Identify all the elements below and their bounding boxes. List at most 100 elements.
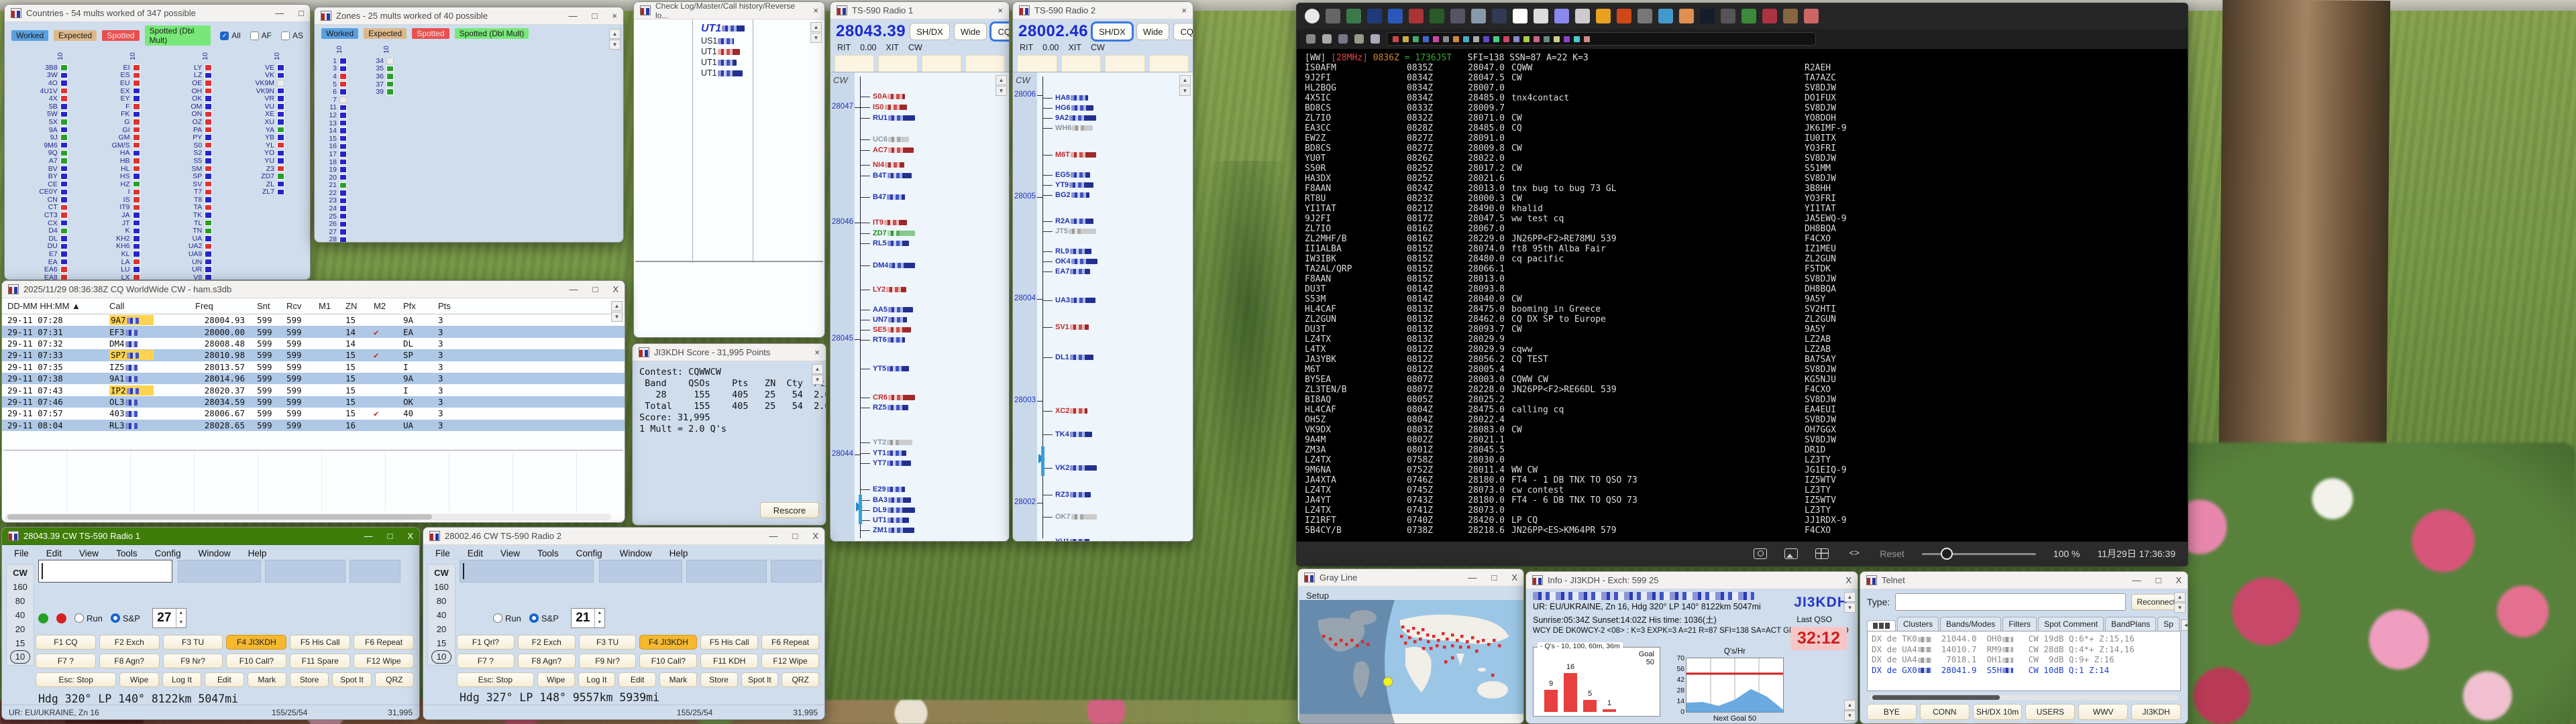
bandmap-spot[interactable]: AC7 [861,146,914,154]
rescore-button[interactable]: Rescore [760,502,819,518]
mult-item[interactable]: 23 [317,197,364,205]
fkey-f9nr[interactable]: F9 Nr? [163,654,223,668]
mult-item[interactable]: IT9 [85,204,158,212]
bandmap-spot[interactable]: AA5 [861,306,913,314]
radio-icon[interactable] [111,613,120,623]
bandmap-spot[interactable]: OK4 [1043,257,1097,265]
fkey-f6repeat[interactable]: F6 Repeat [354,635,414,650]
scroll-up-icon[interactable]: ▲ [996,75,1007,85]
image-icon[interactable] [1784,548,1798,559]
menu-item-help[interactable]: Help [248,548,267,558]
telnet-button-ji3kdh[interactable]: JI3KDH [2131,704,2181,720]
bandmap-spot[interactable]: UN7 [861,316,907,324]
bandmap-spot[interactable]: JT5 [1043,227,1096,235]
telnet-spot[interactable]: DX de TK0 21044.0 OH0 CW 19dB Q:6*+ Z:15… [1872,634,2176,644]
mult-item[interactable]: YL [229,141,302,149]
rit-xit-label[interactable]: 0.00 [1042,43,1059,52]
band-20[interactable]: 20 [7,622,34,636]
fkey-wipe[interactable]: Wipe [119,672,158,687]
toolbar-icon[interactable] [1804,9,1819,23]
mult-item[interactable]: 4X [13,95,85,103]
mult-item[interactable]: OK [158,95,230,103]
menu-item-tools[interactable]: Tools [116,548,138,558]
zoom-slider[interactable] [1922,553,2036,555]
menu-item-help[interactable]: Help [669,548,688,558]
bandmap-spot[interactable]: YT9 [1043,181,1093,189]
countries-titlebar[interactable]: Countries - 54 mults worked of 347 possi… [5,5,310,22]
band-40[interactable]: 40 [7,608,34,622]
bandmap2-shdx-button[interactable]: SH/DX [1092,23,1132,40]
telnet-spot[interactable]: DX de GX0 28041.9 S5H CW 10dB Q:1 Z:14 [1872,665,2176,676]
mult-item[interactable]: YB [229,133,302,141]
mult-item[interactable]: 5X [13,118,85,126]
info-scrollbar[interactable]: ▲▼ [1844,592,1856,613]
toolbar-icon[interactable] [1783,9,1798,23]
mult-item[interactable]: EA6 [13,265,85,274]
info-titlebar[interactable]: Info - JI3KDH - Exch: 599 25 X [1526,572,1858,589]
terminal-toolbar-row2[interactable] [1297,29,2188,49]
mult-item[interactable]: 12 [317,111,364,119]
menu-item-edit[interactable]: Edit [468,548,483,558]
bandmap-spot[interactable]: UT1 [861,516,909,524]
band-160[interactable]: 160 [7,580,34,594]
telnet-horizontal-scrollbar[interactable] [1870,695,2178,700]
bandmap-spot[interactable]: IT9 [861,219,907,227]
toolbar-icon[interactable] [1430,9,1444,23]
close-icon[interactable]: X [407,531,413,541]
mult-item[interactable]: G [85,118,158,126]
bandmap-spot[interactable]: UA3 [1043,296,1095,304]
fkey-mark[interactable]: Mark [659,672,697,687]
run-radio[interactable]: Run [74,613,103,623]
mult-item[interactable]: IS [85,196,158,204]
mult-item[interactable]: UA2 [158,243,230,251]
mult-item[interactable]: KL [85,250,158,258]
fkey-f11kdh[interactable]: F11 KDH [700,654,758,668]
mult-item[interactable]: VK [229,72,302,80]
exchange-field[interactable] [178,560,261,583]
mult-item[interactable]: 3W [13,72,85,80]
close-icon[interactable]: × [612,11,617,21]
bandmap-spot[interactable]: DM4 [861,261,915,269]
fkey-mark[interactable]: Mark [248,672,286,687]
fkey-f1qrl[interactable]: F1 Qrl? [457,635,515,650]
mult-item[interactable]: TK [158,211,230,219]
minimize-icon[interactable]: — [569,284,578,294]
bandmap-spot[interactable]: RL5 [861,239,909,247]
mult-item[interactable]: UR [158,265,230,274]
mult-item[interactable]: XU [229,118,302,126]
toolbar-icon[interactable] [1554,9,1569,23]
tab-spotcomment[interactable]: Spot Comment [2038,617,2104,631]
checklog-scrollbar[interactable]: ▲▼ [810,22,822,43]
bandmap2-map-scrollbar[interactable]: ▲▼ [1179,75,1191,96]
mult-item[interactable]: 25 [317,213,364,221]
menu-item-file[interactable]: File [435,548,450,558]
band-40[interactable]: 40 [428,608,455,622]
stack-slot[interactable] [835,55,874,74]
menu-item-window[interactable]: Window [199,548,231,558]
band-160[interactable]: 160 [428,580,455,594]
mult-item[interactable]: 18 [317,158,364,166]
log-row[interactable]: 29-11 07:35IZ528013.5759959915I3 [2,361,625,373]
mult-item[interactable]: 28 [317,236,364,243]
telnet-spot[interactable]: DX de UA4 14010.7 RM9 CW 28dB Q:4*+ Z:14… [1872,644,2176,655]
bandmap1-cq-button[interactable]: CQ [991,23,1010,40]
log-row[interactable]: 29-11 08:04RL328028.6559959916UA3 [2,420,625,431]
maximize-icon[interactable]: □ [1491,572,1497,583]
log-row[interactable]: 29-11 07:289A728004.93599599159A3 [2,314,625,326]
fkey-f2exch[interactable]: F2 Exch [518,635,576,650]
bandmap-spot[interactable]: YT5 [861,365,909,373]
bandmap-spot[interactable]: TK4 [1043,430,1092,438]
mult-item[interactable]: EI [85,64,158,72]
spinner-arrows[interactable]: ▲▼ [176,609,186,627]
fkey-f10call[interactable]: F10 Call? [226,654,286,668]
bandmap-spot[interactable]: SV1 [1043,323,1089,331]
log-col-header[interactable]: Rcv [281,301,313,311]
spinner-arrows[interactable]: ▲▼ [594,609,604,627]
minimize-icon[interactable]: — [769,531,777,541]
fkey-f2exch[interactable]: F2 Exch [99,635,160,650]
bandmap-spot[interactable]: ZD7 [861,229,915,237]
mult-item[interactable]: 35 [364,65,411,73]
fkey-f3tu[interactable]: F3 TU [163,635,223,650]
fkey-f5hiscall[interactable]: F5 His Call [700,635,758,650]
mult-item[interactable]: HB [85,157,158,165]
